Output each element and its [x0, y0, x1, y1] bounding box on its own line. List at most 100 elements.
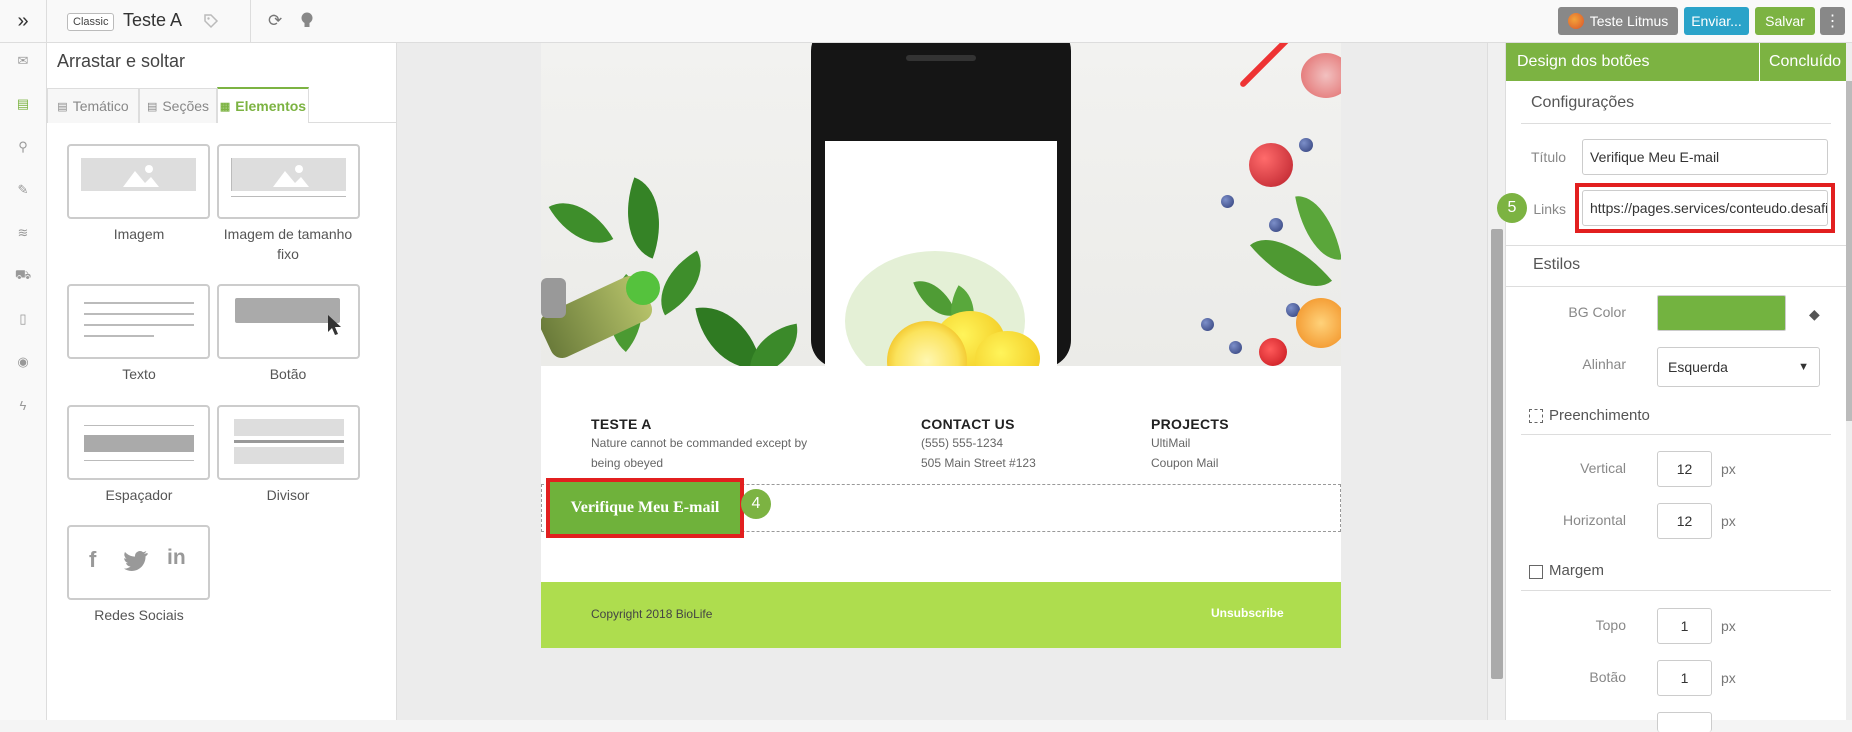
spacer-line — [84, 460, 194, 461]
horizontal-label: Horizontal — [1562, 512, 1626, 528]
element-fixed-image-tile[interactable] — [217, 144, 360, 219]
column-text: being obeyed — [591, 456, 664, 470]
tile-label: Botão — [269, 366, 307, 382]
canvas-scrollbar[interactable] — [1487, 43, 1505, 720]
bottom-margin-input[interactable]: 1 — [1657, 660, 1712, 696]
tag-icon[interactable] — [203, 13, 219, 34]
chevron-down-icon: ▼ — [1798, 361, 1809, 373]
tab-label: Seções — [162, 98, 210, 114]
divider-line — [234, 440, 344, 443]
align-select-value: Esquerda — [1668, 359, 1728, 375]
cursor-icon — [328, 315, 341, 335]
vertical-padding-input[interactable]: 12 — [1657, 451, 1712, 487]
step-5-marker: 5 — [1497, 193, 1527, 223]
phone-mockup — [811, 43, 1071, 366]
align-label: Alinhar — [1582, 356, 1626, 372]
blueberry-decoration — [1269, 218, 1283, 232]
text-line — [84, 324, 194, 326]
blueberry-decoration — [1201, 318, 1214, 331]
align-select[interactable]: Esquerda ▼ — [1657, 347, 1820, 387]
eraser-icon[interactable]: ◆ — [1809, 306, 1820, 323]
footer-copyright: Copyright 2018 BioLife — [591, 607, 713, 621]
column-text: Coupon Mail — [1151, 456, 1219, 470]
element-spacer-tile[interactable] — [67, 405, 210, 480]
text-line — [84, 302, 194, 304]
left-icon-rail: ✉ ▤ ⚲ ✎ ≋ ⛟ ▯ ◉ ϟ — [0, 43, 47, 720]
top-margin-input[interactable]: 1 — [1657, 608, 1712, 644]
litmus-test-button[interactable]: Teste Litmus — [1558, 7, 1678, 35]
lightning-icon[interactable]: ϟ — [14, 396, 32, 414]
element-divider-tile[interactable] — [217, 405, 360, 480]
height-guide — [231, 158, 232, 191]
section-divider — [1506, 245, 1846, 246]
tab-tematico[interactable]: ▤ Temático — [47, 88, 139, 123]
title-field-label: Título — [1530, 149, 1566, 165]
cart-icon[interactable]: ⛟ — [14, 267, 32, 285]
document-title[interactable]: Teste A — [123, 10, 182, 31]
refresh-icon[interactable]: ⟳ — [268, 11, 282, 31]
bg-color-label: BG Color — [1568, 304, 1626, 320]
px-unit: px — [1721, 461, 1736, 477]
column-heading: CONTACT US — [921, 416, 1015, 432]
leaf-decoration — [548, 187, 614, 259]
top-margin-label: Topo — [1595, 617, 1626, 633]
column-text: (555) 555-1234 — [921, 436, 1004, 450]
title-input[interactable]: Verifique Meu E-mail — [1582, 139, 1828, 175]
panel-title: Arrastar e soltar — [57, 51, 186, 71]
next-input-partial[interactable] — [1657, 712, 1712, 732]
bg-color-swatch[interactable] — [1657, 295, 1786, 331]
links-field-label: Links — [1533, 201, 1566, 217]
unsubscribe-link[interactable]: Unsubscribe — [1211, 606, 1284, 620]
done-button[interactable]: Concluído — [1764, 53, 1846, 71]
section-title-margin: Margem — [1549, 562, 1605, 579]
button-design-panel: Design dos botões Concluído Configuraçõe… — [1497, 43, 1852, 732]
text-line — [84, 335, 154, 337]
bottom-margin-label: Botão — [1589, 669, 1626, 685]
section-divider — [1521, 434, 1831, 435]
canvas-scrollbar-thumb[interactable] — [1491, 229, 1503, 679]
verify-email-button[interactable]: Verifique Meu E-mail — [546, 478, 744, 538]
document-icon[interactable]: ▯ — [14, 310, 32, 328]
spacer-line — [84, 425, 194, 426]
eye-icon[interactable]: ◉ — [14, 353, 32, 371]
rss-icon[interactable]: ≋ — [14, 224, 32, 242]
classic-badge: Classic — [67, 13, 115, 31]
spacer-block — [84, 435, 194, 452]
column-heading: PROJECTS — [1151, 416, 1229, 432]
width-guide — [231, 196, 346, 197]
image-icon — [273, 165, 309, 187]
tile-label: Texto — [122, 366, 156, 382]
element-button-tile[interactable] — [217, 284, 360, 359]
jar-decoration — [541, 278, 566, 318]
tile-label: Imagem — [113, 226, 165, 242]
lightbulb-icon[interactable] — [300, 11, 314, 34]
horizontal-padding-input[interactable]: 12 — [1657, 503, 1712, 539]
tab-elementos[interactable]: ▦ Elementos — [217, 87, 309, 123]
attachment-icon[interactable]: ⚲ — [14, 138, 32, 156]
panel-scrollbar[interactable] — [1846, 43, 1852, 720]
hero-image[interactable] — [541, 43, 1341, 366]
layout-icon[interactable]: ▤ — [14, 95, 32, 113]
strawberry-decoration — [1259, 338, 1287, 366]
divider-block — [234, 419, 344, 436]
element-image-tile[interactable] — [67, 144, 210, 219]
brush-icon[interactable]: ✎ — [14, 181, 32, 199]
tab-label: Temático — [72, 98, 129, 114]
links-input[interactable]: https://pages.services/conteudo.desafio — [1582, 190, 1828, 226]
send-button[interactable]: Enviar... — [1684, 7, 1749, 35]
litmus-icon — [1567, 13, 1584, 29]
tab-secoes[interactable]: ▤ Seções — [139, 88, 217, 123]
divider-block — [234, 447, 344, 464]
header-divider — [1759, 43, 1760, 81]
envelope-icon[interactable]: ✉ — [14, 52, 32, 70]
toolbar-divider — [250, 0, 251, 43]
expand-sidebar-icon[interactable]: » — [0, 0, 47, 43]
more-options-icon[interactable]: ⋮ — [1820, 7, 1845, 35]
element-social-tile[interactable]: f in — [67, 525, 210, 600]
phone-speaker — [906, 55, 976, 61]
save-button[interactable]: Salvar — [1755, 7, 1815, 35]
panel-scrollbar-thumb[interactable] — [1846, 81, 1852, 421]
facebook-icon: f — [89, 547, 97, 572]
element-text-tile[interactable] — [67, 284, 210, 359]
blueberry-decoration — [1229, 341, 1242, 354]
